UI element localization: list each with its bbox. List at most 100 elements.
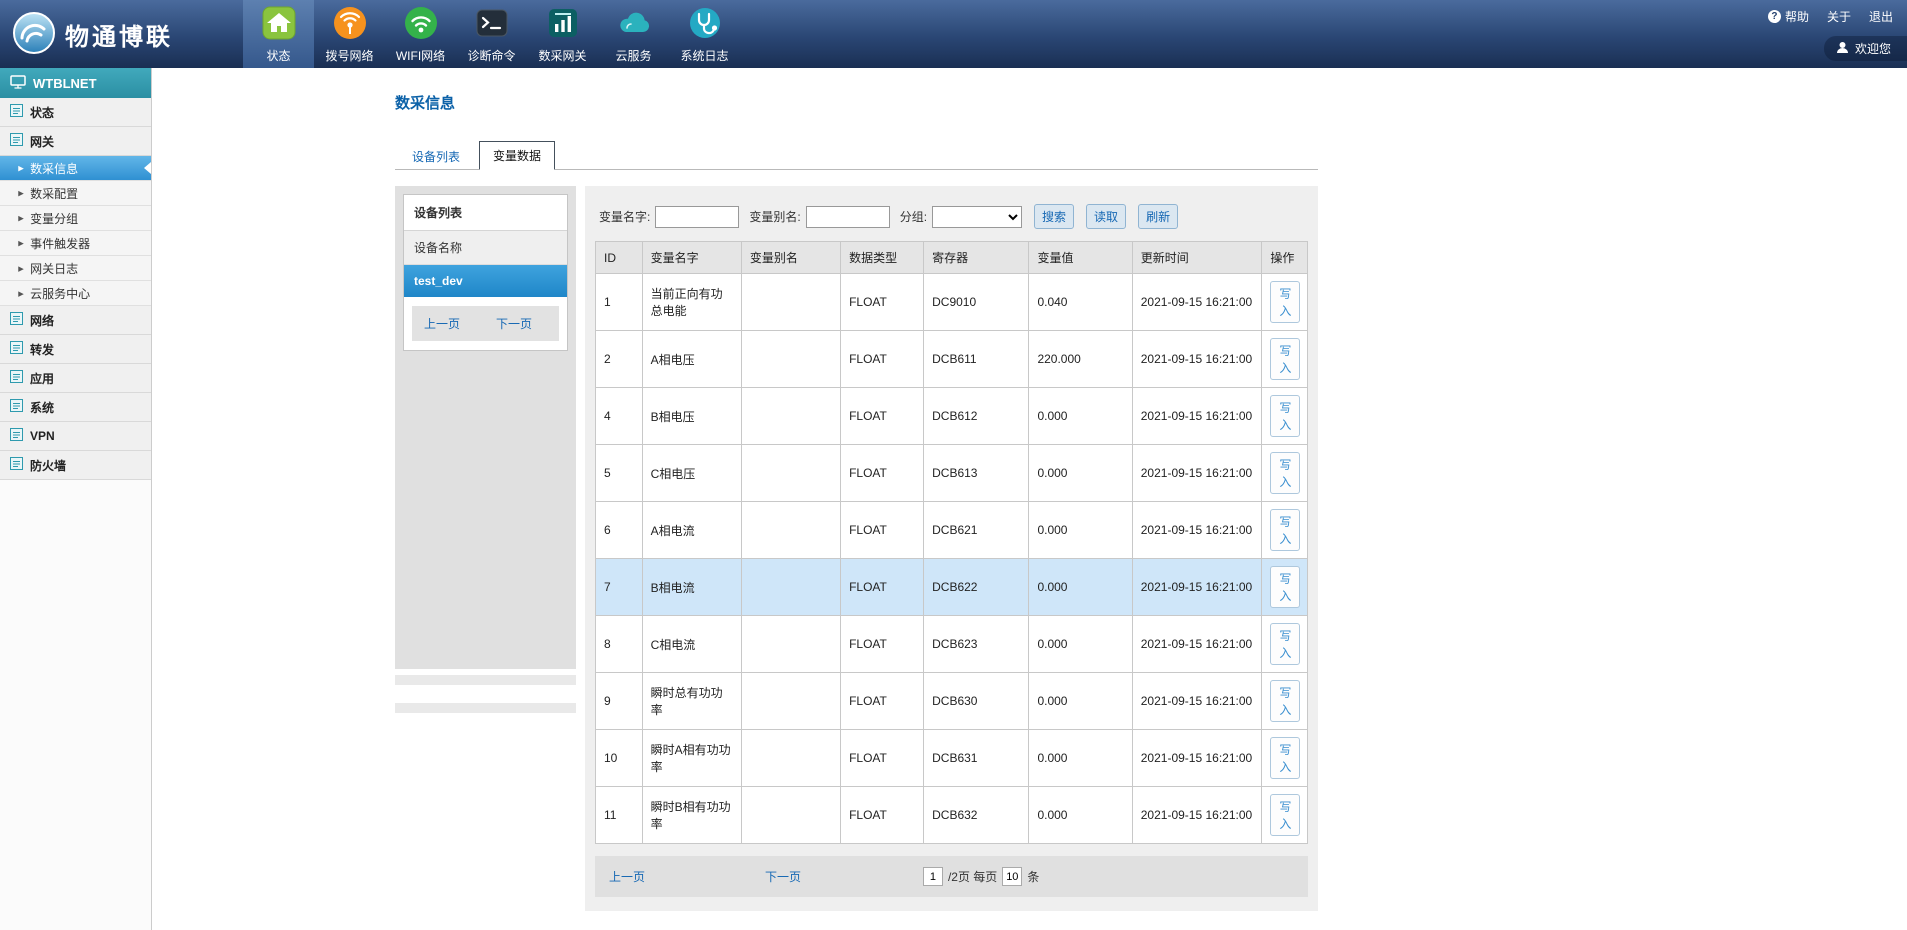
cell-id: 9 bbox=[596, 673, 643, 730]
table-row[interactable]: 10 瞬时A相有功功率 FLOAT DCB631 0.000 2021-09-1… bbox=[596, 730, 1308, 787]
brand-logo-icon bbox=[12, 11, 56, 58]
group-select[interactable] bbox=[932, 206, 1022, 228]
col-variable-name: 变量名字 bbox=[642, 242, 741, 274]
cell-variable-alias bbox=[741, 730, 840, 787]
page-count-label: /2页 每页 bbox=[948, 868, 997, 885]
sidebar-item-event-trigger[interactable]: 事件触发器 bbox=[0, 231, 151, 256]
tab-device-list[interactable]: 设备列表 bbox=[399, 143, 473, 170]
sidebar-item-gateway-log[interactable]: 网关日志 bbox=[0, 256, 151, 281]
write-button[interactable]: 写入 bbox=[1270, 680, 1300, 722]
write-button[interactable]: 写入 bbox=[1270, 623, 1300, 665]
cell-update-time: 2021-09-15 16:21:00 bbox=[1132, 502, 1262, 559]
nav-item-data-gateway[interactable]: 数采网关 bbox=[527, 0, 598, 68]
table-row[interactable]: 4 B相电压 FLOAT DCB612 0.000 2021-09-15 16:… bbox=[596, 388, 1308, 445]
cell-register: DCB612 bbox=[924, 388, 1029, 445]
help-link[interactable]: 帮助 bbox=[1768, 8, 1809, 25]
cell-register: DCB622 bbox=[924, 559, 1029, 616]
device-list-panel: 设备列表 设备名称 test_dev 上一页 下一页 bbox=[403, 194, 568, 351]
device-row-test-dev[interactable]: test_dev bbox=[404, 265, 567, 297]
sidebar-item-data-collection-info[interactable]: 数采信息 bbox=[0, 156, 151, 181]
tab-variable-data[interactable]: 变量数据 bbox=[479, 141, 555, 170]
cell-actions: 写入 bbox=[1262, 331, 1308, 388]
cell-variable-name: 瞬时B相有功功率 bbox=[642, 787, 741, 844]
table-row[interactable]: 8 C相电流 FLOAT DCB623 0.000 2021-09-15 16:… bbox=[596, 616, 1308, 673]
sidebar-item-firewall[interactable]: 防火墙 bbox=[0, 451, 151, 480]
col-variable-value: 变量值 bbox=[1029, 242, 1132, 274]
sidebar-item-cloud-service-center[interactable]: 云服务中心 bbox=[0, 281, 151, 306]
write-button[interactable]: 写入 bbox=[1270, 566, 1300, 608]
list-icon bbox=[10, 370, 23, 386]
top-nav: 状态 拨号网络 bbox=[243, 0, 740, 68]
device-next-page-link[interactable]: 下一页 bbox=[496, 315, 532, 332]
search-button[interactable]: 搜索 bbox=[1034, 204, 1074, 229]
cell-id: 1 bbox=[596, 274, 643, 331]
table-row[interactable]: 5 C相电压 FLOAT DCB613 0.000 2021-09-15 16:… bbox=[596, 445, 1308, 502]
write-button[interactable]: 写入 bbox=[1270, 395, 1300, 437]
table-row[interactable]: 11 瞬时B相有功功率 FLOAT DCB632 0.000 2021-09-1… bbox=[596, 787, 1308, 844]
cell-data-type: FLOAT bbox=[841, 445, 924, 502]
logout-link[interactable]: 退出 bbox=[1869, 8, 1893, 25]
cell-data-type: FLOAT bbox=[841, 559, 924, 616]
page-number-input[interactable] bbox=[923, 867, 943, 886]
write-button[interactable]: 写入 bbox=[1270, 794, 1300, 836]
prev-page-link[interactable]: 上一页 bbox=[609, 868, 645, 885]
write-button[interactable]: 写入 bbox=[1270, 737, 1300, 779]
cell-data-type: FLOAT bbox=[841, 616, 924, 673]
cell-actions: 写入 bbox=[1262, 730, 1308, 787]
cell-id: 4 bbox=[596, 388, 643, 445]
table-row[interactable]: 7 B相电流 FLOAT DCB622 0.000 2021-09-15 16:… bbox=[596, 559, 1308, 616]
next-page-link[interactable]: 下一页 bbox=[765, 868, 801, 885]
cell-register: DC9010 bbox=[924, 274, 1029, 331]
variable-alias-input[interactable] bbox=[806, 206, 890, 228]
device-name-column-header: 设备名称 bbox=[404, 231, 567, 265]
cell-variable-name: B相电流 bbox=[642, 559, 741, 616]
main-area: 数采信息 设备列表 变量数据 设备列表 设备名称 test_dev 上一页 bbox=[152, 68, 1907, 930]
write-button[interactable]: 写入 bbox=[1270, 452, 1300, 494]
question-icon bbox=[1768, 10, 1781, 23]
page-size-input[interactable] bbox=[1002, 867, 1022, 886]
col-data-type: 数据类型 bbox=[841, 242, 924, 274]
cell-data-type: FLOAT bbox=[841, 331, 924, 388]
read-button[interactable]: 读取 bbox=[1086, 204, 1126, 229]
sidebar-item-vpn[interactable]: VPN bbox=[0, 422, 151, 451]
sidebar-item-variable-group[interactable]: 变量分组 bbox=[0, 206, 151, 231]
nav-item-cloud-service[interactable]: 云服务 bbox=[598, 0, 669, 68]
col-actions: 操作 bbox=[1262, 242, 1308, 274]
nav-label: WIFI网络 bbox=[396, 47, 445, 64]
table-row[interactable]: 6 A相电流 FLOAT DCB621 0.000 2021-09-15 16:… bbox=[596, 502, 1308, 559]
filter-bar: 变量名字: 变量别名: 分组: 搜索 读取 刷新 bbox=[595, 196, 1308, 241]
nav-label: 系统日志 bbox=[680, 47, 728, 64]
cell-actions: 写入 bbox=[1262, 445, 1308, 502]
about-link[interactable]: 关于 bbox=[1827, 8, 1851, 25]
sidebar-item-application[interactable]: 应用 bbox=[0, 364, 151, 393]
nav-item-dial-network[interactable]: 拨号网络 bbox=[314, 0, 385, 68]
write-button[interactable]: 写入 bbox=[1270, 509, 1300, 551]
refresh-button[interactable]: 刷新 bbox=[1138, 204, 1178, 229]
sidebar-item-data-collection-config[interactable]: 数采配置 bbox=[0, 181, 151, 206]
cell-id: 2 bbox=[596, 331, 643, 388]
table-row[interactable]: 9 瞬时总有功功率 FLOAT DCB630 0.000 2021-09-15 … bbox=[596, 673, 1308, 730]
sidebar-item-system[interactable]: 系统 bbox=[0, 393, 151, 422]
write-button[interactable]: 写入 bbox=[1270, 338, 1300, 380]
sidebar-item-gateway[interactable]: 网关 bbox=[0, 127, 151, 156]
device-panel-title: 设备列表 bbox=[404, 195, 567, 231]
variable-name-input[interactable] bbox=[655, 206, 739, 228]
sidebar-item-network[interactable]: 网络 bbox=[0, 306, 151, 335]
cell-actions: 写入 bbox=[1262, 787, 1308, 844]
nav-item-system-log[interactable]: 系统日志 bbox=[669, 0, 740, 68]
cell-register: DCB632 bbox=[924, 787, 1029, 844]
nav-item-diagnostic-command[interactable]: 诊断命令 bbox=[456, 0, 527, 68]
cell-actions: 写入 bbox=[1262, 274, 1308, 331]
table-row[interactable]: 1 当前正向有功总电能 FLOAT DC9010 0.040 2021-09-1… bbox=[596, 274, 1308, 331]
table-row[interactable]: 2 A相电压 FLOAT DCB611 220.000 2021-09-15 1… bbox=[596, 331, 1308, 388]
cell-update-time: 2021-09-15 16:21:00 bbox=[1132, 274, 1262, 331]
nav-item-wifi-network[interactable]: WIFI网络 bbox=[385, 0, 456, 68]
device-prev-page-link[interactable]: 上一页 bbox=[424, 315, 460, 332]
nav-item-status[interactable]: 状态 bbox=[243, 0, 314, 68]
cell-variable-name: 瞬时总有功功率 bbox=[642, 673, 741, 730]
sidebar-item-forwarding[interactable]: 转发 bbox=[0, 335, 151, 364]
cell-update-time: 2021-09-15 16:21:00 bbox=[1132, 559, 1262, 616]
sidebar-item-status[interactable]: 状态 bbox=[0, 98, 151, 127]
write-button[interactable]: 写入 bbox=[1270, 281, 1300, 323]
variable-name-label: 变量名字: bbox=[599, 208, 650, 225]
